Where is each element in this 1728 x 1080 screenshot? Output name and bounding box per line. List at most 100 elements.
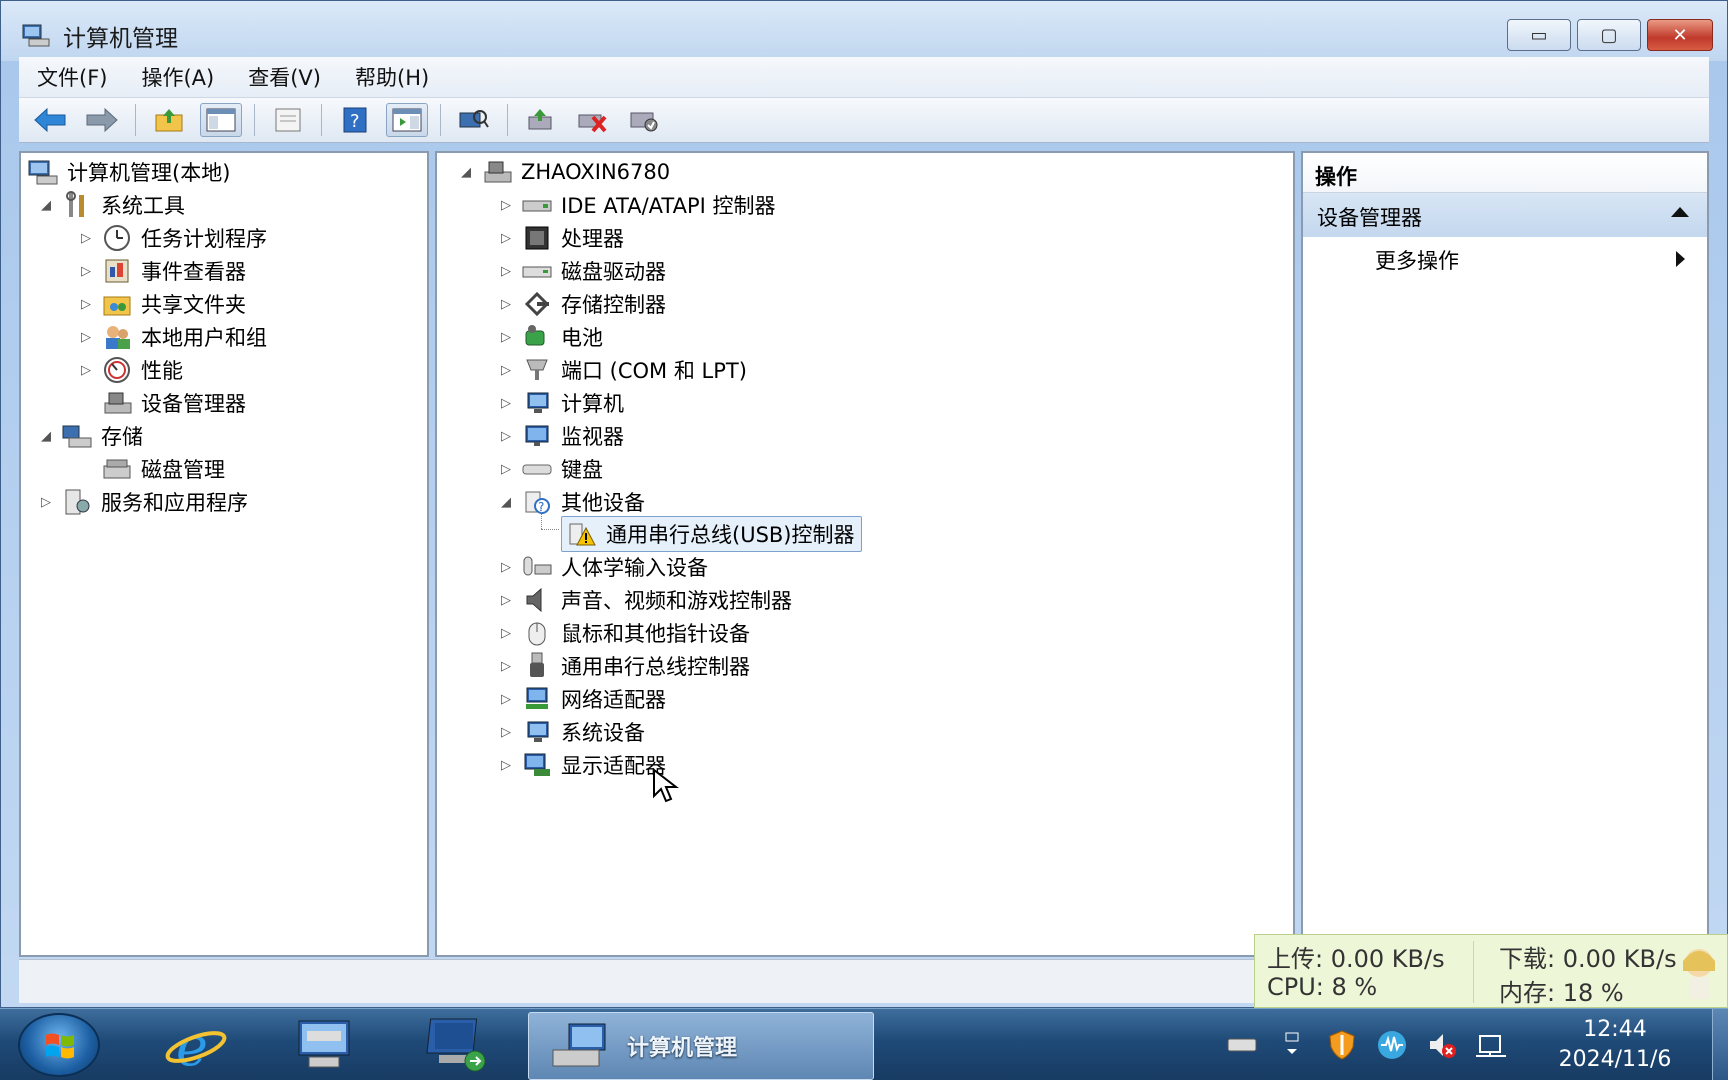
expand-arrow-icon[interactable]: ▷: [77, 363, 95, 378]
expand-arrow-icon[interactable]: ▷: [497, 363, 515, 378]
security-shield-icon[interactable]: [1326, 1029, 1358, 1061]
tree-item-performance[interactable]: ▷ 性能: [77, 353, 183, 387]
expand-arrow-icon[interactable]: ▷: [497, 198, 515, 213]
show-hide-console-tree-button[interactable]: [200, 103, 242, 137]
device-category[interactable]: ▷ 网络适配器: [497, 682, 666, 716]
expand-arrow-icon[interactable]: ▷: [497, 659, 515, 674]
help-button[interactable]: ?: [334, 103, 376, 137]
tree-item-local-users[interactable]: ▷ 本地用户和组: [77, 320, 267, 354]
collapse-arrow-icon[interactable]: ◢: [37, 198, 55, 213]
device-tree-root[interactable]: ◢ ZHAOXIN6780: [457, 155, 670, 189]
maximize-button[interactable]: ▢: [1577, 19, 1641, 51]
device-category-label: 声音、视频和游戏控制器: [561, 589, 792, 613]
selected-device[interactable]: 通用串行总线(USB)控制器: [561, 516, 862, 552]
device-category[interactable]: ▷ 计算机: [497, 386, 624, 420]
expand-arrow-icon[interactable]: ▷: [497, 429, 515, 444]
expand-arrow-icon[interactable]: ▷: [497, 725, 515, 740]
expand-arrow-icon[interactable]: ▷: [77, 297, 95, 312]
expand-arrow-icon[interactable]: ▷: [497, 264, 515, 279]
tree-label: 任务计划程序: [141, 227, 267, 251]
expand-arrow-icon[interactable]: ▷: [77, 231, 95, 246]
expand-arrow-icon[interactable]: ▷: [497, 297, 515, 312]
properties-button[interactable]: [267, 103, 309, 137]
tree-item-device-manager[interactable]: 设备管理器: [101, 386, 246, 420]
start-button[interactable]: [18, 1013, 100, 1077]
scan-hardware-button[interactable]: [453, 103, 495, 137]
device-category[interactable]: ▷ 系统设备: [497, 715, 645, 749]
taskbar-internet-explorer[interactable]: e: [138, 1013, 254, 1077]
device-category[interactable]: ▷ 监视器: [497, 419, 624, 453]
keyboard-tray-icon[interactable]: [1226, 1029, 1258, 1061]
tree-item-services-applications[interactable]: ▷ 服务和应用程序: [37, 485, 248, 519]
forward-button[interactable]: [81, 103, 123, 137]
tree-item-storage[interactable]: ◢ 存储: [37, 419, 143, 453]
device-category-other-devices[interactable]: ◢ ? 其他设备: [497, 485, 645, 519]
expand-arrow-icon[interactable]: ▷: [37, 495, 55, 510]
device-category[interactable]: ▷ 存储控制器: [497, 287, 666, 321]
device-category[interactable]: ▷ 磁盘驱动器: [497, 254, 666, 288]
expand-arrow-icon[interactable]: ▷: [77, 264, 95, 279]
expand-arrow-icon[interactable]: ▷: [77, 330, 95, 345]
taskbar-remote-desktop[interactable]: [400, 1013, 516, 1077]
show-hidden-icons-icon[interactable]: [1276, 1029, 1308, 1061]
device-category[interactable]: ▷ 通用串行总线控制器: [497, 649, 750, 683]
menu-help[interactable]: 帮助(H): [355, 62, 429, 92]
collapse-arrow-icon[interactable]: ◢: [457, 165, 475, 180]
device-category[interactable]: ▷ 人体学输入设备: [497, 550, 708, 584]
expand-arrow-icon[interactable]: ▷: [497, 560, 515, 575]
network-monitor-widget[interactable]: 上传: 0.00 KB/s 下载: 0.00 KB/s CPU: 8 % 内存:…: [1254, 934, 1728, 1008]
actions-group-device-manager[interactable]: 设备管理器: [1303, 193, 1707, 237]
tree-item-computer-management[interactable]: 计算机管理(本地): [27, 155, 230, 189]
disable-device-button[interactable]: [624, 103, 666, 137]
update-driver-button[interactable]: [520, 103, 562, 137]
close-button[interactable]: ✕: [1647, 19, 1713, 51]
taskbar-computer-management[interactable]: 计算机管理: [528, 1012, 874, 1080]
device-category[interactable]: ▷ 键盘: [497, 452, 603, 486]
volume-muted-icon[interactable]: [1426, 1029, 1458, 1061]
tree-item-event-viewer[interactable]: ▷ 事件查看器: [77, 254, 246, 288]
clock[interactable]: 12:44 2024/11/6: [1540, 1015, 1690, 1075]
expand-arrow-icon[interactable]: ▷: [497, 758, 515, 773]
usb-controller-unknown-device[interactable]: 通用串行总线(USB)控制器: [561, 516, 862, 552]
submenu-arrow-icon[interactable]: [1676, 251, 1685, 267]
expand-arrow-icon[interactable]: ▷: [497, 462, 515, 477]
collapse-arrow-icon[interactable]: ◢: [497, 495, 515, 510]
window-title: 计算机管理: [63, 26, 178, 52]
expand-arrow-icon[interactable]: ▷: [497, 396, 515, 411]
network-icon[interactable]: [1476, 1029, 1508, 1061]
show-hide-action-pane-button[interactable]: [386, 103, 428, 137]
menu-action[interactable]: 操作(A): [141, 62, 214, 92]
collapse-triangle-icon[interactable]: [1671, 207, 1689, 217]
device-category[interactable]: ▷ 声音、视频和游戏控制器: [497, 583, 792, 617]
more-actions-item[interactable]: 更多操作: [1375, 245, 1459, 275]
show-desktop-button[interactable]: [1712, 1009, 1728, 1080]
collapse-arrow-icon[interactable]: ◢: [37, 429, 55, 444]
tree-item-task-scheduler[interactable]: ▷ 任务计划程序: [77, 221, 267, 255]
device-category[interactable]: ▷ 端口 (COM 和 LPT): [497, 353, 747, 387]
expand-arrow-icon[interactable]: ▷: [497, 231, 515, 246]
back-button[interactable]: [29, 103, 71, 137]
tree-label: 设备管理器: [141, 392, 246, 416]
expand-arrow-icon[interactable]: ▷: [497, 626, 515, 641]
device-category[interactable]: ▷ 鼠标和其他指针设备: [497, 616, 750, 650]
title-bar[interactable]: 计算机管理 ▭ ▢ ✕: [1, 1, 1727, 61]
tree-item-system-tools[interactable]: ◢ 系统工具: [37, 188, 185, 222]
up-folder-button[interactable]: [148, 103, 190, 137]
taskbar-on-screen-keyboard[interactable]: [266, 1013, 382, 1077]
uninstall-device-button[interactable]: [572, 103, 614, 137]
expand-arrow-icon[interactable]: ▷: [497, 330, 515, 345]
expand-arrow-icon[interactable]: ▷: [497, 593, 515, 608]
update-driver-icon: [528, 109, 552, 130]
audio-wave-icon[interactable]: [1376, 1029, 1408, 1061]
tree-item-shared-folders[interactable]: ▷ 共享文件夹: [77, 287, 246, 321]
device-category[interactable]: ▷ IDE ATA/ATAPI 控制器: [497, 188, 776, 222]
expand-arrow-icon[interactable]: ▷: [497, 692, 515, 707]
device-category[interactable]: ▷ 电池: [497, 320, 603, 354]
forward-arrow-icon: [86, 107, 118, 133]
device-category[interactable]: ▷ 处理器: [497, 221, 624, 255]
device-category[interactable]: ▷ 显示适配器: [497, 748, 666, 782]
menu-file[interactable]: 文件(F): [37, 62, 107, 92]
menu-view[interactable]: 查看(V): [248, 62, 321, 92]
tree-item-disk-management[interactable]: 磁盘管理: [101, 452, 225, 486]
minimize-button[interactable]: ▭: [1507, 19, 1571, 51]
